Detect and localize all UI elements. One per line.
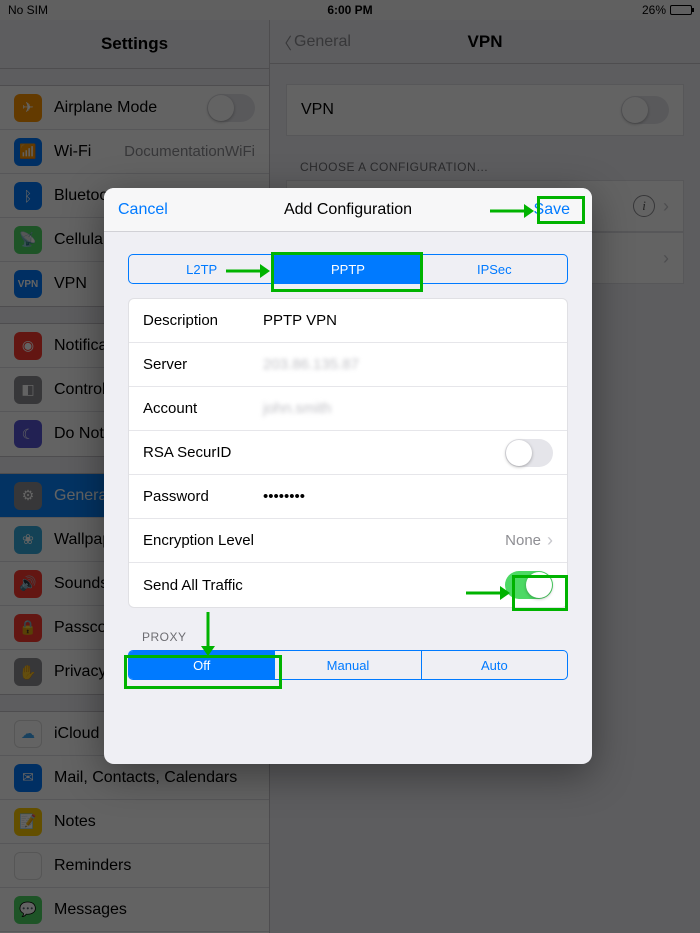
proxy-off[interactable]: Off — [129, 651, 274, 679]
description-row[interactable]: DescriptionPPTP VPN — [129, 299, 567, 343]
modal-header: Cancel Add Configuration Save — [104, 188, 592, 232]
account-field[interactable]: john.smith — [263, 400, 331, 417]
rsa-row: RSA SecurID — [129, 431, 567, 475]
send-all-traffic-row: Send All Traffic — [129, 563, 567, 607]
proxy-auto[interactable]: Auto — [421, 651, 567, 679]
description-field[interactable]: PPTP VPN — [263, 312, 337, 329]
modal-title: Add Configuration — [284, 201, 412, 219]
rsa-toggle[interactable] — [505, 439, 553, 467]
add-configuration-modal: Cancel Add Configuration Save L2TP PPTP … — [104, 188, 592, 764]
vpn-type-segmented[interactable]: L2TP PPTP IPSec — [128, 254, 568, 284]
encryption-row[interactable]: Encryption LevelNone› — [129, 519, 567, 563]
vpn-form: DescriptionPPTP VPN Server203.86.135.87 … — [128, 298, 568, 608]
seg-pptp[interactable]: PPTP — [274, 255, 420, 283]
send-all-traffic-toggle[interactable] — [505, 571, 553, 599]
seg-ipsec[interactable]: IPSec — [421, 255, 567, 283]
save-button[interactable]: Save — [526, 198, 578, 222]
server-row[interactable]: Server203.86.135.87 — [129, 343, 567, 387]
cancel-button[interactable]: Cancel — [118, 201, 168, 219]
proxy-manual[interactable]: Manual — [274, 651, 420, 679]
proxy-section-label: PROXY — [142, 630, 592, 644]
server-field[interactable]: 203.86.135.87 — [263, 356, 359, 373]
chevron-right-icon: › — [547, 530, 553, 551]
account-row[interactable]: Accountjohn.smith — [129, 387, 567, 431]
seg-l2tp[interactable]: L2TP — [129, 255, 274, 283]
password-field[interactable]: •••••••• — [263, 488, 305, 505]
password-row[interactable]: Password•••••••• — [129, 475, 567, 519]
proxy-segmented[interactable]: Off Manual Auto — [128, 650, 568, 680]
